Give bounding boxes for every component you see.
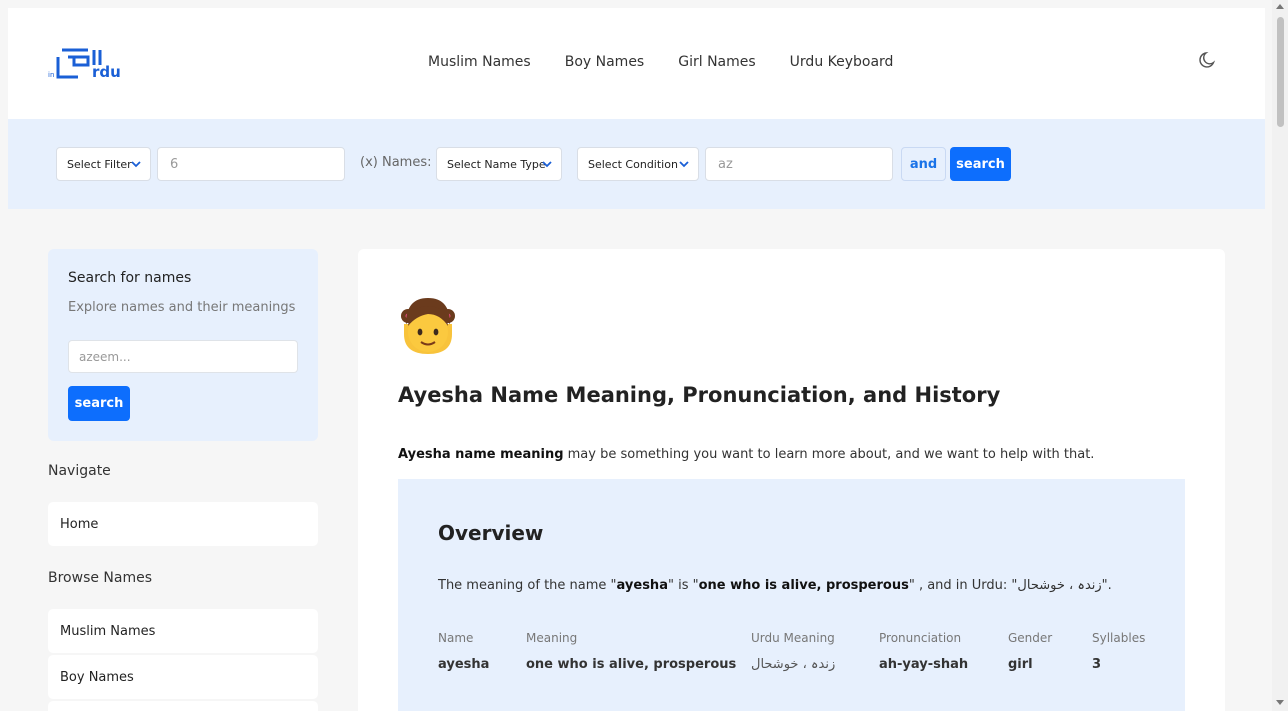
filter-select-label: Select Filter [67,157,132,171]
moon-icon[interactable] [1198,50,1218,70]
intro-bold: Ayesha name meaning [398,447,564,462]
meaning-end: ". [1101,578,1112,593]
sidebar-item-muslim-names[interactable]: Muslim Names [48,609,318,653]
names-count-label: (x) Names: [360,155,432,170]
info-column-pronunciation: Pronunciation ah-yay-shah [879,631,968,672]
info-header: Meaning [526,631,578,645]
info-column-urdu-meaning: Urdu Meaning زندہ ، خوشحال [751,631,835,672]
nav-boy-names[interactable]: Boy Names [565,54,645,70]
meaning-post: " , and in Urdu: " [908,578,1018,593]
sidebar-item-boy-names[interactable]: Boy Names [48,655,318,699]
overview-heading: Overview [438,521,544,545]
main-nav: Muslim Names Boy Names Girl Names Urdu K… [428,54,893,70]
girl-emoji-icon [401,298,455,354]
filter-bar: Select Filter 6 (x) Names: Select Name T… [8,119,1265,209]
nav-girl-names[interactable]: Girl Names [678,54,755,70]
chevron-down-icon [542,161,552,168]
info-header: Syllables [1092,631,1146,645]
info-value: 3 [1092,657,1102,672]
browse-heading: Browse Names [48,570,153,586]
sidebar-search-title: Search for names [68,270,192,286]
info-header: Name [438,631,474,645]
meaning-sentence: The meaning of the name "ayesha" is "one… [438,578,1112,593]
page-title: Ayesha Name Meaning, Pronunciation, and … [398,383,1001,407]
main-content: Ayesha Name Meaning, Pronunciation, and … [358,249,1225,711]
number-input[interactable]: 6 [157,147,345,181]
chevron-down-icon [131,161,141,168]
filter-search-button[interactable]: search [950,147,1011,181]
site-header: in rdu Muslim Names Boy Names Girl Names… [8,8,1265,119]
info-value: ayesha [438,657,490,672]
svg-text:rdu: rdu [92,63,121,81]
info-column-gender: Gender girl [1008,631,1052,672]
sidebar-search-input[interactable]: azeem... [68,340,298,373]
filter-select[interactable]: Select Filter [56,147,151,181]
sidebar-item-home[interactable]: Home [48,502,318,546]
chevron-down-icon [679,161,689,168]
sidebar-search-subtitle: Explore names and their meanings [68,300,296,315]
info-column-name: Name ayesha [438,631,489,672]
naamurdu-logo[interactable]: in rdu [48,47,130,81]
info-value: ah-yay-shah [879,657,969,672]
scrollbar-thumb[interactable] [1277,17,1284,127]
info-value: زندہ ، خوشحال [751,657,836,672]
info-header: Urdu Meaning [751,631,835,645]
condition-select-label: Select Condition [588,157,678,171]
name-type-select-label: Select Name Type [447,157,546,171]
info-value: girl [1008,657,1033,672]
info-value: one who is alive, prosperous [526,657,737,672]
meaning-pre: The meaning of the name " [438,578,617,593]
sidebar-search-button[interactable]: search [68,386,130,421]
condition-select[interactable]: Select Condition [577,147,699,181]
navigate-heading: Navigate [48,463,111,479]
scroll-up-icon[interactable] [1276,4,1284,9]
info-column-syllables: Syllables 3 [1092,631,1145,672]
overview-card: Overview The meaning of the name "ayesha… [398,479,1185,711]
sidebar-search-card: Search for names Explore names and their… [48,249,318,441]
meaning-value: one who is alive, prosperous [698,578,909,593]
nav-muslim-names[interactable]: Muslim Names [428,54,531,70]
meaning-name: ayesha [616,578,668,593]
and-button[interactable]: and [901,147,946,181]
info-column-meaning: Meaning one who is alive, prosperous [526,631,736,672]
nav-urdu-keyboard[interactable]: Urdu Keyboard [790,54,894,70]
info-header: Gender [1008,631,1053,645]
intro-rest: may be something you want to learn more … [563,447,1095,462]
svg-text:in: in [48,71,54,79]
scroll-down-icon[interactable] [1276,700,1284,705]
meaning-urdu: زندہ ، خوشحال [1017,578,1102,593]
sidebar-item-next[interactable] [48,701,318,711]
condition-text-input[interactable]: az [705,147,893,181]
meaning-mid: " is " [667,578,699,593]
intro-text: Ayesha name meaning may be something you… [398,447,1094,462]
name-type-select[interactable]: Select Name Type [436,147,562,181]
info-header: Pronunciation [879,631,962,645]
